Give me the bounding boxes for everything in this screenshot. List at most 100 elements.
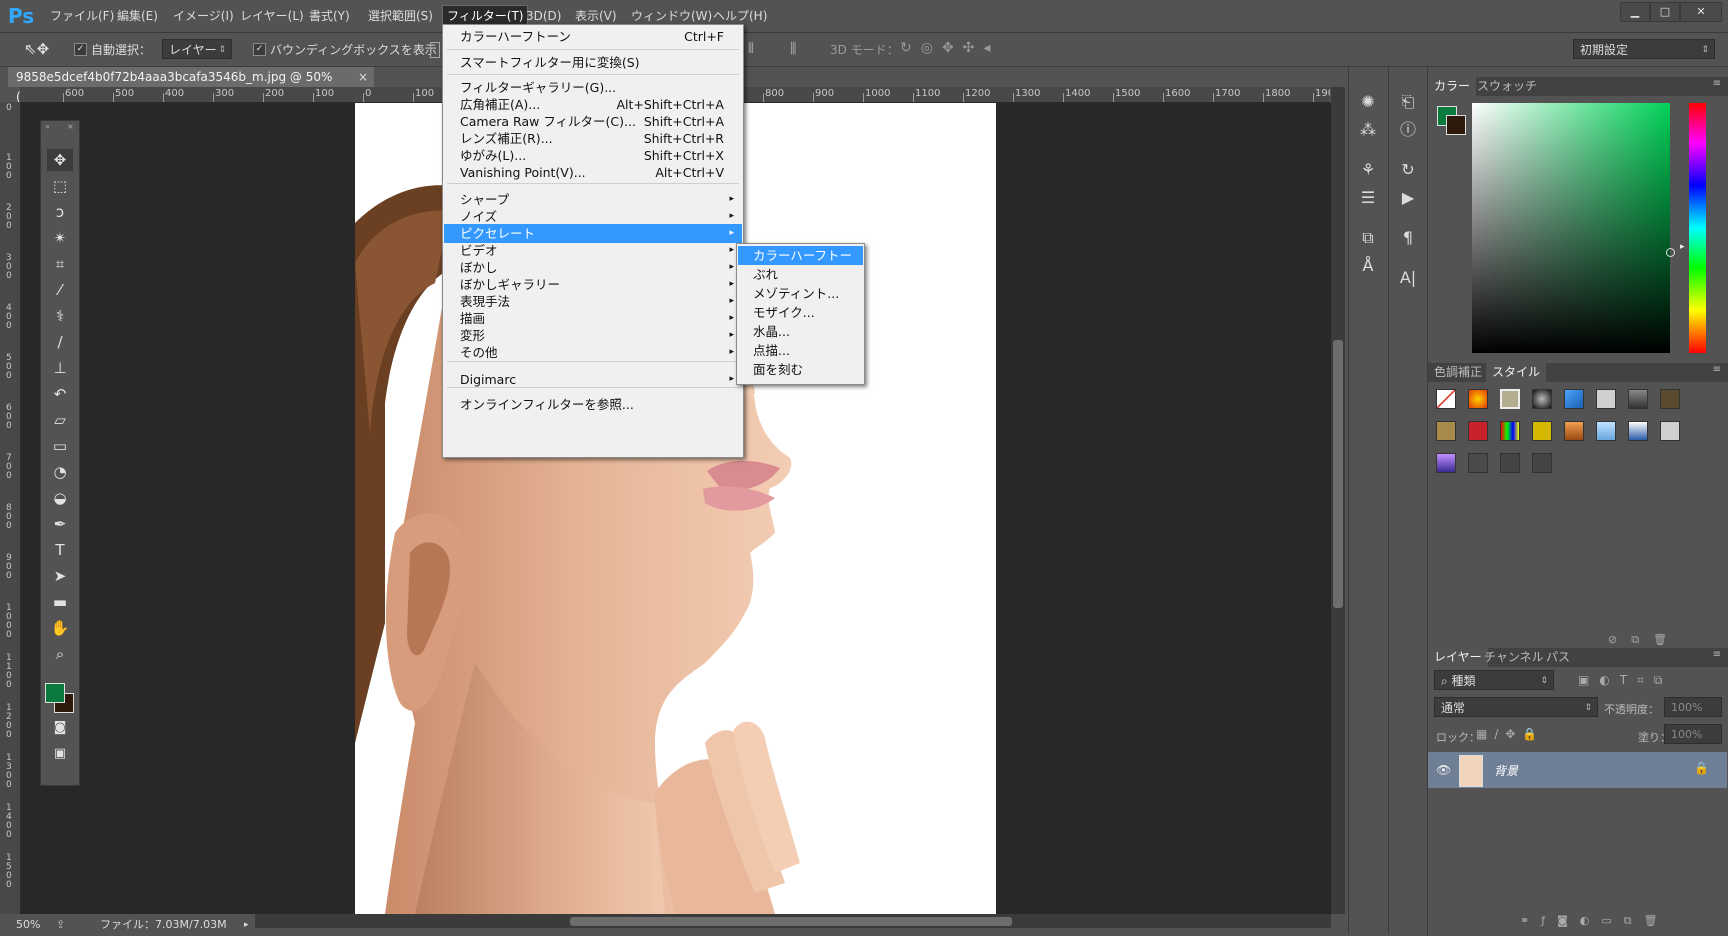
hue-slider-handle-icon[interactable]: ▸: [1680, 242, 1685, 252]
info-icon[interactable]: ⓘ: [1397, 119, 1419, 141]
pixelate-submenu-item[interactable]: モザイク...: [738, 303, 863, 322]
quick-mask-icon[interactable]: ◙: [47, 717, 73, 739]
character-icon[interactable]: A|: [1397, 267, 1419, 289]
auto-select-checkbox[interactable]: ✓: [74, 43, 87, 56]
maximize-button[interactable]: □: [1650, 2, 1680, 22]
type-tool-icon[interactable]: T: [47, 539, 73, 561]
style-swatch[interactable]: [1500, 389, 1520, 409]
close-tab-icon[interactable]: ×: [358, 67, 368, 87]
3d-mode-icons[interactable]: ↻◎✥✣◂: [900, 40, 999, 56]
style-swatch[interactable]: [1500, 453, 1520, 473]
style-swatch[interactable]: [1660, 421, 1680, 441]
filter-menu-item[interactable]: オンラインフィルターを参照...: [444, 395, 742, 414]
filter-menu-item[interactable]: スマートフィルター用に変換(S): [444, 53, 742, 72]
align-icon[interactable]: [430, 42, 440, 58]
style-swatch[interactable]: [1436, 421, 1456, 441]
visibility-eye-icon[interactable]: 👁: [1436, 763, 1451, 777]
zoom-tool-icon[interactable]: ⌕: [47, 643, 73, 665]
style-swatch[interactable]: [1596, 421, 1616, 441]
style-swatch[interactable]: [1468, 389, 1488, 409]
style-swatch[interactable]: [1628, 421, 1648, 441]
pixelate-submenu-item[interactable]: 水晶...: [738, 322, 863, 341]
style-swatch[interactable]: [1564, 389, 1584, 409]
export-icon[interactable]: ⇪: [56, 914, 65, 936]
style-swatch[interactable]: [1532, 421, 1552, 441]
lasso-tool-icon[interactable]: ↄ: [47, 201, 73, 223]
filter-menu-item[interactable]: カラーハーフトーン Ctrl+F: [444, 27, 742, 46]
pen-tool-icon[interactable]: ✒: [47, 513, 73, 535]
tab-adjustments[interactable]: 色調補正: [1428, 363, 1488, 382]
layer-row[interactable]: 👁 背景 🔒: [1428, 752, 1727, 788]
menu-3d[interactable]: 3D(D): [522, 6, 565, 26]
document-tab[interactable]: 9858e5dcef4b0f72b4aaa3bcafa3546b_m.jpg @…: [8, 67, 374, 104]
blur-tool-icon[interactable]: ◔: [47, 461, 73, 483]
style-swatch[interactable]: [1532, 453, 1552, 473]
style-swatch[interactable]: [1628, 389, 1648, 409]
menu-layer[interactable]: レイヤー(L): [236, 6, 308, 26]
layer-filter-dropdown[interactable]: ⌕ 種類 ⇕: [1434, 670, 1554, 690]
tab-channels[interactable]: チャンネル: [1478, 648, 1550, 667]
paragraph-icon[interactable]: ¶: [1397, 227, 1419, 249]
auto-align-icon[interactable]: ⫼: [790, 41, 796, 57]
bounding-box-checkbox[interactable]: ✓: [253, 43, 266, 56]
path-selection-tool-icon[interactable]: ➤: [47, 565, 73, 587]
style-swatch[interactable]: [1596, 389, 1616, 409]
menu-file[interactable]: ファイル(F): [46, 6, 118, 26]
hand-tool-icon[interactable]: ✋: [47, 617, 73, 639]
play-icon[interactable]: ▶: [1397, 187, 1419, 209]
color-picker-field[interactable]: [1472, 103, 1670, 353]
brush-presets-icon[interactable]: ⁂: [1357, 119, 1379, 141]
style-swatch[interactable]: [1564, 421, 1584, 441]
collapse-icon[interactable]: »: [45, 122, 50, 131]
close-icon[interactable]: ×: [67, 122, 74, 131]
style-swatch[interactable]: [1468, 453, 1488, 473]
layer-filter-icons[interactable]: ▣◐T⌗⧉: [1578, 673, 1672, 688]
tab-swatches[interactable]: スウォッチ: [1471, 77, 1543, 96]
adjustments-icon[interactable]: ☰: [1357, 187, 1379, 209]
ruler-vertical[interactable]: 0 100 200 300 400 500 600 700 800 900 1000 1100 1200…: [0, 102, 21, 914]
blend-mode-dropdown[interactable]: 通常 ⇕: [1434, 697, 1598, 717]
clone-stamp-tool-icon[interactable]: ⊥: [47, 357, 73, 379]
move-tool-icon[interactable]: ✥: [47, 149, 73, 171]
brush-tool-icon[interactable]: ∕: [47, 331, 73, 353]
crop-tool-icon[interactable]: ⌗: [47, 253, 73, 275]
shape-tool-icon[interactable]: ▬: [47, 591, 73, 613]
auto-select-dropdown[interactable]: レイヤー ⇕: [162, 39, 232, 59]
filter-menu-item[interactable]: Digimarc ▸: [444, 370, 742, 389]
menu-type[interactable]: 書式(Y): [305, 6, 354, 26]
clone-source-icon[interactable]: ⧉: [1357, 227, 1379, 249]
healing-brush-tool-icon[interactable]: ⚕: [47, 305, 73, 327]
marquee-tool-icon[interactable]: ⬚: [47, 175, 73, 197]
layer-name[interactable]: 背景: [1494, 762, 1518, 779]
menu-view[interactable]: 表示(V): [571, 6, 621, 26]
style-swatch[interactable]: [1436, 453, 1456, 473]
foreground-color-swatch[interactable]: [45, 683, 65, 703]
menu-help[interactable]: ヘルプ(H): [709, 6, 771, 26]
panel-menu-icon[interactable]: ≡: [1713, 649, 1721, 660]
gradient-tool-icon[interactable]: ▭: [47, 435, 73, 457]
style-swatch[interactable]: [1468, 421, 1488, 441]
layers-footer-icons[interactable]: ⚭ƒ◙◐▭⧉🗑: [1520, 914, 1670, 928]
pixelate-submenu-item[interactable]: 面を刻む: [738, 360, 863, 379]
close-window-button[interactable]: ✕: [1680, 2, 1722, 22]
menu-select[interactable]: 選択範囲(S): [364, 6, 437, 26]
brush-settings-icon[interactable]: ✺: [1357, 91, 1379, 113]
minimize-button[interactable]: ▁: [1620, 2, 1650, 22]
pixelate-submenu-item[interactable]: カラーハーフトーン...: [738, 246, 863, 282]
filter-menu-item[interactable]: Vanishing Point(V)... Alt+Ctrl+V: [444, 163, 742, 182]
pixelate-submenu-item[interactable]: 点描...: [738, 341, 863, 360]
fill-field[interactable]: 100%: [1664, 724, 1722, 744]
pixelate-submenu-item[interactable]: ぶれ: [738, 265, 863, 284]
menu-window[interactable]: ウィンドウ(W): [627, 6, 716, 26]
style-swatch[interactable]: [1500, 421, 1520, 441]
bg-color-swatch[interactable]: [1446, 115, 1466, 135]
style-swatch[interactable]: [1660, 389, 1680, 409]
eyedropper-tool-icon[interactable]: ⁄: [47, 279, 73, 301]
tool-presets-icon[interactable]: ⚘: [1357, 159, 1379, 181]
status-menu-arrow-icon[interactable]: ▸: [244, 914, 249, 936]
hue-slider[interactable]: [1689, 103, 1706, 353]
history-brush-tool-icon[interactable]: ↶: [47, 383, 73, 405]
panel-menu-icon[interactable]: ≡: [1713, 364, 1721, 375]
menu-edit[interactable]: 編集(E): [113, 6, 162, 26]
zoom-level[interactable]: 50%: [16, 914, 40, 936]
